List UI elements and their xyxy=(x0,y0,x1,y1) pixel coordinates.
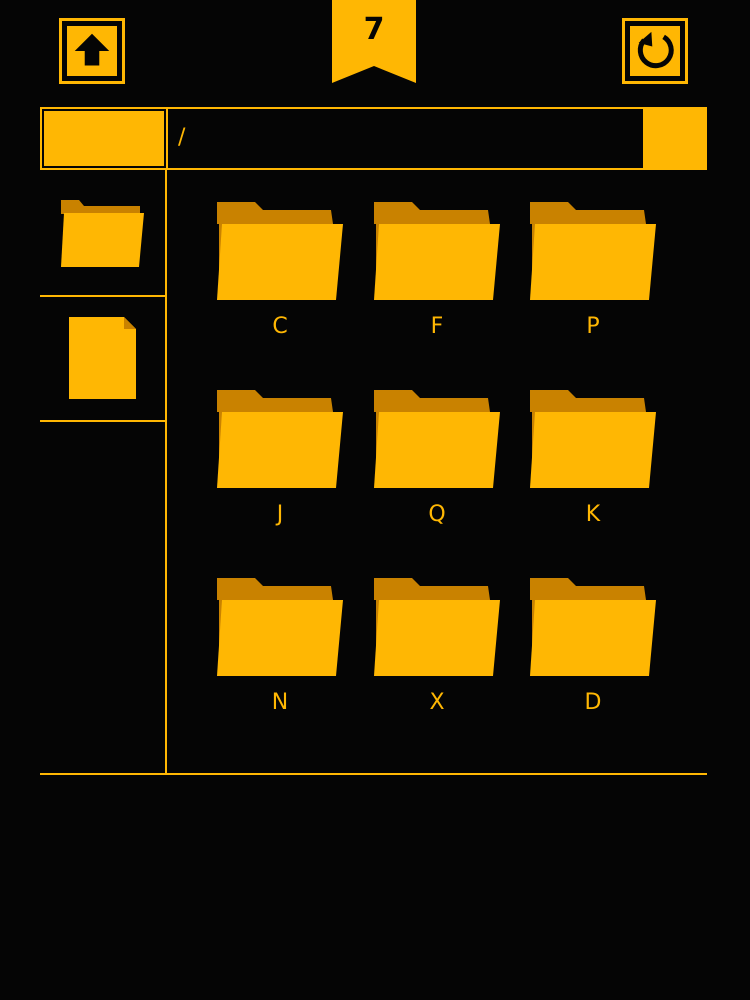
up-directory-button[interactable] xyxy=(59,18,125,84)
path-bar-left-button[interactable] xyxy=(44,111,164,166)
folder-item[interactable]: D xyxy=(530,576,660,726)
folder-item[interactable]: P xyxy=(530,200,660,350)
folder-item[interactable]: N xyxy=(217,576,347,726)
folder-icon xyxy=(374,202,500,300)
folder-label: N xyxy=(271,690,289,715)
folder-label: C xyxy=(272,314,288,339)
level-badge: 7 xyxy=(332,0,416,84)
sidebar-divider xyxy=(165,170,167,775)
arrow-up-icon xyxy=(74,33,110,66)
folder-icon xyxy=(61,200,144,267)
folder-item[interactable]: F xyxy=(374,200,504,350)
folder-label: F xyxy=(430,314,444,339)
folder-item[interactable]: X xyxy=(374,576,504,726)
folder-item[interactable]: K xyxy=(530,388,660,538)
folder-icon xyxy=(217,578,343,676)
new-folder-tool[interactable] xyxy=(42,172,165,296)
folder-icon xyxy=(217,390,343,488)
folder-label: Q xyxy=(428,502,446,527)
file-icon xyxy=(69,317,136,399)
new-file-tool[interactable] xyxy=(42,297,165,421)
current-path: / xyxy=(178,125,186,150)
bottom-divider xyxy=(40,773,707,775)
folder-icon xyxy=(374,390,500,488)
folder-item[interactable]: J xyxy=(217,388,347,538)
folder-label: J xyxy=(276,502,284,527)
level-number: 7 xyxy=(363,12,385,47)
folder-label: D xyxy=(584,690,602,715)
folder-item[interactable]: Q xyxy=(374,388,504,538)
folder-icon xyxy=(530,390,656,488)
path-bar-right-button[interactable] xyxy=(643,109,705,168)
folder-icon xyxy=(530,578,656,676)
folder-icon xyxy=(374,578,500,676)
folder-icon xyxy=(530,202,656,300)
refresh-icon xyxy=(637,31,674,69)
path-bar: / xyxy=(40,107,707,170)
reload-button[interactable] xyxy=(622,18,688,84)
folder-label: P xyxy=(586,314,600,339)
path-bar-divider xyxy=(166,109,168,168)
folder-label: X xyxy=(429,690,445,715)
folder-item[interactable]: C xyxy=(217,200,347,350)
folder-label: K xyxy=(585,502,601,527)
folder-icon xyxy=(217,202,343,300)
